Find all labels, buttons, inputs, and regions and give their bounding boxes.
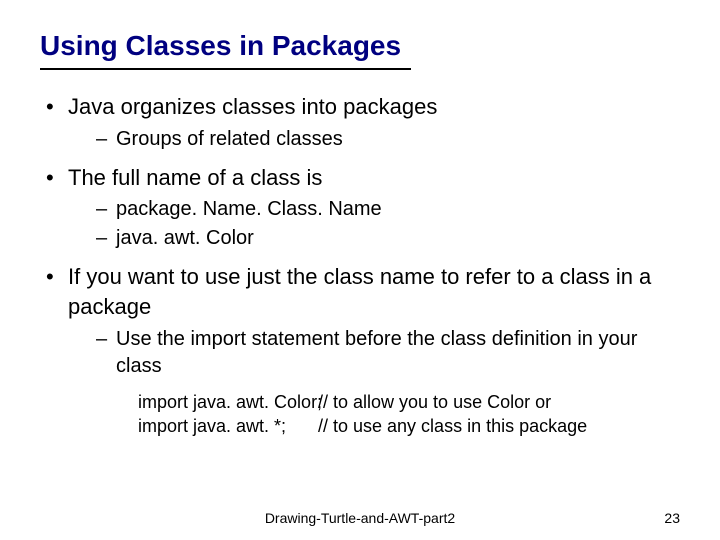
bullet-text: Java organizes classes into packages — [68, 94, 437, 119]
code-statement: import java. awt. Color; — [138, 390, 318, 414]
sub-bullet-item: Use the import statement before the clas… — [68, 326, 680, 380]
sub-bullet-text: Groups of related classes — [116, 128, 343, 150]
code-line: import java. awt. Color; // to allow you… — [138, 390, 680, 414]
bullet-item: If you want to use just the class name t… — [40, 262, 680, 438]
code-comment: // to allow you to use Color or — [318, 390, 551, 414]
sub-bullet-list: Groups of related classes — [68, 126, 680, 153]
bullet-list: Java organizes classes into packages Gro… — [40, 92, 680, 438]
code-statement: import java. awt. *; — [138, 414, 318, 438]
sub-bullet-item: java. awt. Color — [68, 225, 680, 252]
bullet-item: Java organizes classes into packages Gro… — [40, 92, 680, 153]
sub-bullet-text: Use the import statement before the clas… — [116, 328, 637, 377]
code-block: import java. awt. Color; // to allow you… — [138, 390, 680, 439]
sub-bullet-list: Use the import statement before the clas… — [68, 326, 680, 380]
bullet-item: The full name of a class is package. Nam… — [40, 163, 680, 253]
footer-text: Drawing-Turtle-and-AWT-part2 — [0, 510, 720, 526]
code-comment: // to use any class in this package — [318, 414, 587, 438]
page-number: 23 — [664, 510, 680, 526]
bullet-text: The full name of a class is — [68, 165, 322, 190]
code-line: import java. awt. *; // to use any class… — [138, 414, 680, 438]
sub-bullet-item: Groups of related classes — [68, 126, 680, 153]
slide: Using Classes in Packages Java organizes… — [0, 0, 720, 540]
sub-bullet-text: java. awt. Color — [116, 227, 254, 249]
sub-bullet-list: package. Name. Class. Name java. awt. Co… — [68, 196, 680, 252]
bullet-text: If you want to use just the class name t… — [68, 264, 651, 319]
sub-bullet-item: package. Name. Class. Name — [68, 196, 680, 223]
slide-title: Using Classes in Packages — [40, 30, 411, 70]
sub-bullet-text: package. Name. Class. Name — [116, 198, 382, 220]
slide-body: Java organizes classes into packages Gro… — [40, 92, 680, 438]
